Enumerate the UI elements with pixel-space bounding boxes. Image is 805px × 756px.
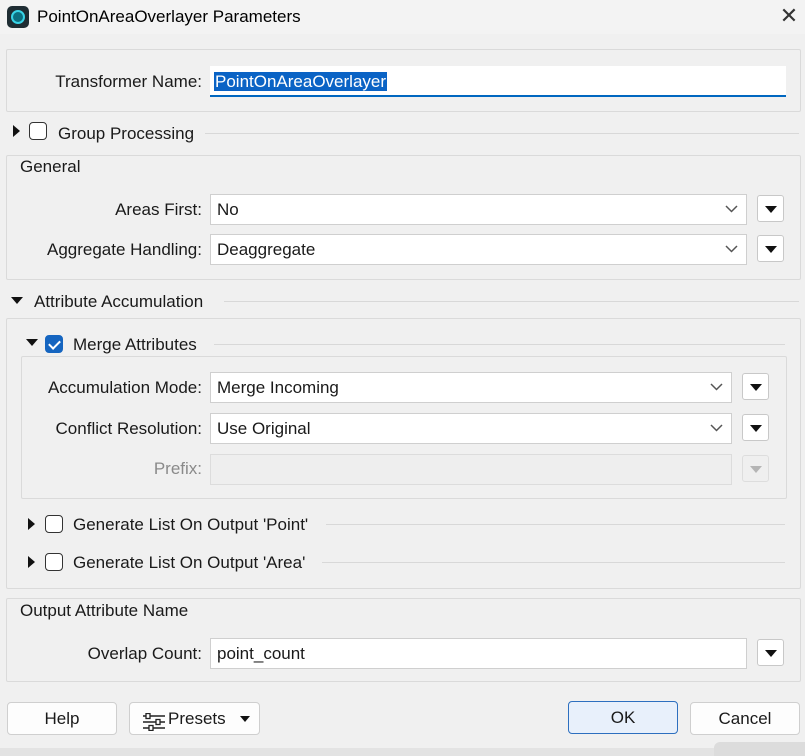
merge-attributes-label: Merge Attributes bbox=[73, 335, 197, 354]
transformer-name-value: PointOnAreaOverlayer bbox=[214, 72, 388, 91]
attribute-accumulation-title: Attribute Accumulation bbox=[34, 292, 204, 311]
overlap-count-input[interactable]: point_count bbox=[210, 638, 747, 669]
conflict-resolution-label: Conflict Resolution: bbox=[55, 419, 202, 438]
areas-first-value: No bbox=[217, 200, 239, 219]
chevron-down-icon bbox=[710, 373, 723, 391]
transformer-name-label: Transformer Name: bbox=[55, 72, 202, 91]
group-processing-expand-icon[interactable] bbox=[13, 125, 20, 137]
sliders-icon bbox=[142, 710, 166, 741]
areas-first-label: Areas First: bbox=[115, 200, 202, 219]
resize-grip[interactable] bbox=[714, 742, 805, 756]
merge-attributes-collapse-icon[interactable] bbox=[26, 339, 38, 346]
chevron-down-icon bbox=[240, 716, 250, 722]
accumulation-mode-value: Merge Incoming bbox=[217, 378, 339, 397]
prefix-label: Prefix: bbox=[153, 459, 202, 478]
presets-label: Presets bbox=[168, 709, 226, 728]
merge-attributes-checkbox[interactable] bbox=[45, 335, 63, 353]
accumulation-mode-menu-button[interactable] bbox=[742, 373, 769, 400]
conflict-resolution-menu-button[interactable] bbox=[742, 414, 769, 441]
chevron-down-icon bbox=[710, 414, 723, 432]
conflict-resolution-select[interactable]: Use Original bbox=[210, 413, 732, 444]
cancel-button[interactable]: Cancel bbox=[690, 702, 800, 735]
areas-first-select[interactable]: No bbox=[210, 194, 747, 225]
conflict-resolution-value: Use Original bbox=[217, 419, 311, 438]
aggregate-handling-select[interactable]: Deaggregate bbox=[210, 234, 747, 265]
areas-first-menu-button[interactable] bbox=[757, 195, 784, 222]
ok-button[interactable]: OK bbox=[568, 701, 678, 734]
list-point-checkbox[interactable] bbox=[45, 515, 63, 533]
divider bbox=[205, 133, 799, 134]
aggregate-handling-label: Aggregate Handling: bbox=[46, 240, 202, 259]
output-attribute-title: Output Attribute Name bbox=[20, 601, 193, 621]
bottom-edge bbox=[0, 748, 714, 756]
overlap-count-menu-button[interactable] bbox=[757, 639, 784, 666]
general-title: General bbox=[20, 157, 85, 177]
prefix-input[interactable] bbox=[210, 454, 732, 485]
transformer-name-input[interactable]: PointOnAreaOverlayer bbox=[210, 66, 786, 97]
list-point-expand-icon[interactable] bbox=[28, 518, 35, 530]
help-button[interactable]: Help bbox=[7, 702, 117, 735]
aggregate-handling-value: Deaggregate bbox=[217, 240, 316, 259]
divider bbox=[326, 524, 785, 525]
prefix-menu-button[interactable] bbox=[742, 455, 769, 482]
divider bbox=[224, 301, 799, 302]
list-area-label: Generate List On Output 'Area' bbox=[73, 553, 306, 572]
list-point-label: Generate List On Output 'Point' bbox=[73, 515, 309, 534]
divider bbox=[322, 562, 785, 563]
chevron-down-icon bbox=[725, 235, 738, 253]
overlap-count-label: Overlap Count: bbox=[87, 644, 202, 663]
group-processing-label: Group Processing bbox=[58, 124, 195, 143]
group-processing-checkbox[interactable] bbox=[29, 122, 47, 140]
attribute-accumulation-collapse-icon[interactable] bbox=[11, 297, 23, 304]
app-icon bbox=[7, 6, 29, 28]
window-title: PointOnAreaOverlayer Parameters bbox=[37, 7, 301, 26]
close-icon[interactable]: ✕ bbox=[778, 4, 800, 28]
aggregate-handling-menu-button[interactable] bbox=[757, 235, 784, 262]
accumulation-mode-select[interactable]: Merge Incoming bbox=[210, 372, 732, 403]
divider bbox=[214, 344, 785, 345]
presets-button[interactable]: Presets bbox=[129, 702, 260, 735]
list-area-expand-icon[interactable] bbox=[28, 556, 35, 568]
chevron-down-icon bbox=[725, 195, 738, 213]
accumulation-mode-label: Accumulation Mode: bbox=[47, 378, 202, 397]
overlap-count-value: point_count bbox=[217, 644, 305, 663]
list-area-checkbox[interactable] bbox=[45, 553, 63, 571]
